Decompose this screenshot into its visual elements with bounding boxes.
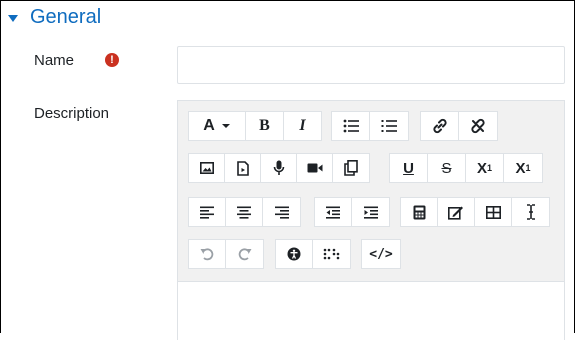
subscript-button[interactable]: X1	[466, 154, 504, 182]
underline-button[interactable]: U	[390, 154, 428, 182]
special-character-icon	[448, 206, 463, 220]
undo-button[interactable]	[189, 240, 226, 268]
history-group	[188, 239, 264, 269]
unlink-button[interactable]	[459, 112, 497, 140]
record-audio-icon	[273, 160, 284, 175]
italic-button[interactable]: I	[284, 112, 321, 140]
align-center-icon	[237, 206, 251, 219]
redo-icon	[238, 248, 251, 261]
screenreader-helper-button[interactable]	[313, 240, 350, 268]
unlink-icon	[471, 118, 485, 134]
image-icon	[199, 162, 214, 174]
link-icon	[432, 118, 447, 134]
accessibility-checker-icon	[287, 247, 301, 261]
required-icon: !	[105, 53, 119, 67]
record-video-button[interactable]	[297, 154, 333, 182]
clear-formatting-button[interactable]	[512, 198, 549, 226]
font-style-group: A B I	[188, 111, 322, 141]
accessibility-group	[275, 239, 351, 269]
strikethrough-button[interactable]: S	[428, 154, 466, 182]
ordered-list-button[interactable]	[370, 112, 408, 140]
table-button[interactable]	[475, 198, 512, 226]
insert-group	[400, 197, 550, 227]
list-group	[331, 111, 409, 141]
media-icon	[236, 160, 249, 176]
description-editor: A B I U S X 1 X 1 </>	[177, 100, 565, 342]
equation-icon	[413, 205, 425, 219]
name-input[interactable]	[177, 46, 565, 84]
section-title: General	[30, 6, 102, 28]
accessibility-checker-button[interactable]	[276, 240, 313, 268]
unordered-list-button[interactable]	[332, 112, 370, 140]
collapse-toggle-icon[interactable]	[8, 15, 18, 22]
bold-button[interactable]: B	[246, 112, 284, 140]
outdent-button[interactable]	[315, 198, 352, 226]
alignment-group	[188, 197, 301, 227]
screenreader-helper-icon	[323, 248, 339, 260]
ordered-list-icon	[381, 120, 397, 132]
table-icon	[485, 205, 501, 219]
indent-group	[314, 197, 390, 227]
link-button[interactable]	[421, 112, 459, 140]
indent-icon	[363, 206, 378, 219]
equation-button[interactable]	[401, 198, 438, 226]
align-right-icon	[274, 206, 289, 219]
description-label: Description	[34, 105, 110, 122]
clear-formatting-icon	[526, 204, 535, 220]
html-button[interactable]: </>	[362, 240, 400, 268]
section-header-general[interactable]: General	[8, 6, 101, 29]
name-label: Name	[34, 52, 75, 69]
align-left-button[interactable]	[189, 198, 226, 226]
manage-files-button[interactable]	[333, 154, 369, 182]
align-center-button[interactable]	[226, 198, 263, 226]
unordered-list-icon	[343, 119, 359, 133]
indent-button[interactable]	[352, 198, 389, 226]
html-group: </>	[361, 239, 401, 269]
media-group	[188, 153, 370, 183]
media-button[interactable]	[225, 154, 261, 182]
record-audio-button[interactable]	[261, 154, 297, 182]
align-left-icon	[200, 206, 214, 219]
align-right-button[interactable]	[263, 198, 300, 226]
undo-icon	[200, 248, 214, 261]
link-group	[420, 111, 498, 141]
manage-files-icon	[344, 160, 358, 176]
outdent-icon	[326, 206, 340, 219]
caret-down-icon	[221, 124, 230, 128]
redo-button[interactable]	[226, 240, 263, 268]
image-button[interactable]	[189, 154, 225, 182]
special-character-button[interactable]	[438, 198, 475, 226]
font-size-button[interactable]: A	[189, 112, 246, 140]
text-format-group: U S X1 X1	[389, 153, 543, 183]
superscript-button[interactable]: X1	[504, 154, 542, 182]
record-video-icon	[307, 163, 322, 173]
